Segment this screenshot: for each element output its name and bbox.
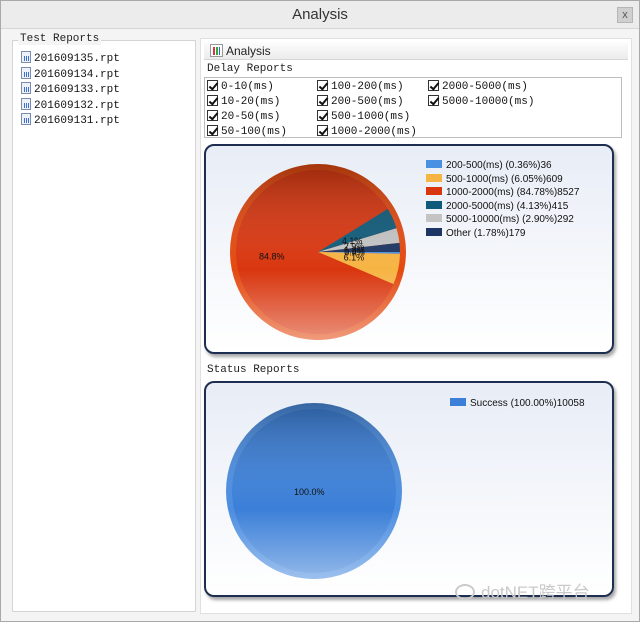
legend-item: Success (100.00%)10058 [450, 398, 585, 410]
watermark: dotNET跨平台 [455, 578, 590, 603]
legend-item: 500-1000(ms) (6.05%)609 [426, 173, 563, 186]
report-file-icon [21, 113, 31, 125]
file-name: 201609132.rpt [34, 99, 120, 112]
delay-option-checkbox[interactable]: 100-200(ms) [317, 80, 404, 94]
delay-option-checkbox[interactable]: 200-500(ms) [317, 95, 404, 109]
status-pie-chart: 100.0% [226, 403, 402, 579]
delay-option-checkbox[interactable]: 2000-5000(ms) [428, 80, 528, 94]
report-file-icon [21, 51, 31, 63]
checkbox-checked-icon[interactable] [317, 80, 328, 91]
delay-option-label: 5000-10000(ms) [442, 96, 535, 108]
status-reports-label: Status Reports [205, 364, 302, 376]
delay-option-checkbox[interactable]: 0-10(ms) [207, 80, 274, 94]
file-item[interactable]: 201609135.rpt [21, 51, 120, 66]
file-item[interactable]: 201609133.rpt [21, 82, 120, 97]
legend-label: Other (1.78%)179 [446, 227, 526, 239]
legend-label: 500-1000(ms) (6.05%)609 [446, 173, 563, 185]
legend-swatch [426, 173, 442, 182]
delay-option-label: 200-500(ms) [331, 96, 404, 108]
close-button[interactable]: x [617, 7, 633, 23]
status-chart-card: 100.0% Success (100.00%)10058 [204, 381, 614, 597]
delay-option-checkbox[interactable]: 20-50(ms) [207, 110, 280, 124]
legend-swatch [426, 200, 442, 209]
legend-swatch [426, 227, 442, 236]
legend-swatch [426, 160, 442, 168]
legend-swatch [426, 187, 442, 195]
title-bar: Analysis x [1, 1, 639, 29]
delay-option-checkbox[interactable]: 5000-10000(ms) [428, 95, 534, 109]
delay-option-checkbox[interactable]: 10-20(ms) [207, 95, 280, 109]
legend-label: 5000-10000(ms) (2.90%)292 [446, 214, 574, 225]
delay-option-label: 0-10(ms) [221, 81, 274, 93]
checkbox-checked-icon[interactable] [207, 110, 218, 121]
legend-item: 5000-10000(ms) (2.90%)292 [426, 214, 574, 226]
tab-analysis[interactable]: Analysis [204, 42, 628, 60]
delay-option-checkbox[interactable]: 500-1000(ms) [317, 110, 410, 124]
report-file-icon [21, 66, 31, 79]
pie-shading [230, 164, 406, 340]
legend-item: 200-500(ms) (0.36%)36 [426, 160, 552, 172]
checkbox-checked-icon[interactable] [207, 125, 218, 136]
legend-item: Other (1.78%)179 [426, 227, 526, 240]
watermark-text: dotNET跨平台 [481, 583, 590, 602]
legend-swatch [426, 214, 442, 222]
slice-label: 100.0% [294, 487, 325, 497]
delay-option-label: 20-50(ms) [221, 111, 281, 123]
delay-reports-box: 0-10(ms) 10-20(ms) 20-50(ms) 50-100(ms) 100-… [204, 77, 622, 138]
legend-swatch [450, 398, 466, 406]
file-item[interactable]: 201609132.rpt [21, 97, 120, 113]
slice-label: 84.8% [259, 251, 285, 261]
checkbox-checked-icon[interactable] [317, 110, 328, 121]
delay-option-label: 100-200(ms) [331, 81, 404, 93]
checkbox-checked-icon[interactable] [428, 80, 439, 91]
legend-item: 2000-5000(ms) (4.13%)415 [426, 200, 569, 213]
legend-item: 1000-2000(ms) (84.78%)8527 [426, 187, 579, 199]
delay-option-checkbox[interactable]: 50-100(ms) [207, 125, 287, 139]
report-file-icon [21, 82, 31, 94]
test-reports-panel: Test Reports 201609135.rpt 201609134.rpt 2… [12, 33, 196, 612]
delay-option-checkbox[interactable]: 1000-2000(ms) [317, 125, 417, 139]
wechat-icon [455, 584, 475, 600]
legend-label: 200-500(ms) (0.36%)36 [446, 160, 552, 171]
report-file-icon [21, 97, 31, 110]
file-name: 201609134.rpt [34, 68, 120, 81]
file-name: 201609131.rpt [34, 115, 120, 127]
delay-option-label: 50-100(ms) [221, 126, 288, 138]
file-item[interactable]: 201609131.rpt [21, 113, 120, 128]
delay-option-label: 2000-5000(ms) [442, 81, 528, 93]
delay-option-label: 10-20(ms) [221, 96, 281, 108]
legend-label: Success (100.00%)10058 [470, 398, 585, 409]
checkbox-checked-icon[interactable] [317, 125, 328, 136]
file-name: 201609135.rpt [34, 53, 120, 65]
slice-label: 1.8% [344, 246, 365, 256]
checkbox-checked-icon[interactable] [207, 95, 218, 106]
delay-chart-card: 0.4% 6.1% 84.8% 4.1% 2.9% 1.8% 200-500(ms) (0… [204, 144, 614, 354]
legend-label: 1000-2000(ms) (84.78%)8527 [446, 187, 580, 198]
tab-analysis-label: Analysis [226, 44, 271, 58]
delay-option-label: 500-1000(ms) [331, 111, 411, 123]
checkbox-checked-icon[interactable] [207, 80, 218, 91]
chart-icon [210, 44, 223, 57]
file-item[interactable]: 201609134.rpt [21, 66, 120, 82]
delay-option-label: 1000-2000(ms) [331, 126, 417, 138]
delay-reports-label: Delay Reports [205, 63, 295, 75]
checkbox-checked-icon[interactable] [317, 95, 328, 106]
file-name: 201609133.rpt [34, 84, 120, 96]
checkbox-checked-icon[interactable] [428, 95, 439, 106]
window-title: Analysis [292, 6, 348, 23]
legend-label: 2000-5000(ms) (4.13%)415 [446, 200, 569, 212]
test-reports-label: Test Reports [18, 33, 102, 45]
